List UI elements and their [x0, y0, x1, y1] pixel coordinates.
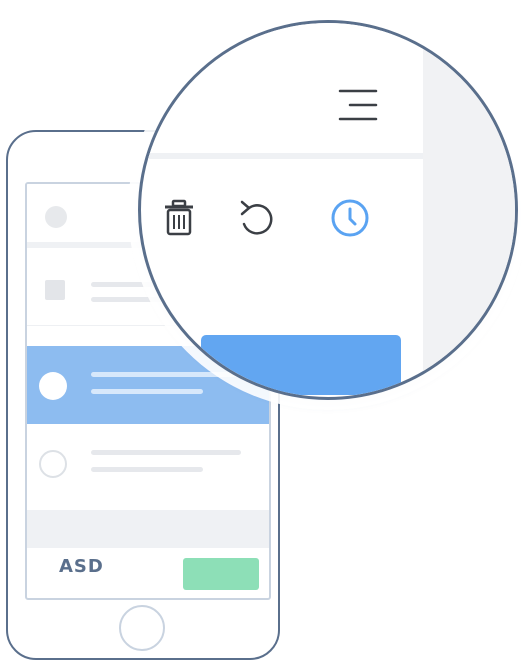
action-button[interactable] [183, 558, 259, 590]
home-button[interactable] [119, 605, 165, 651]
zoomed-header [141, 23, 423, 159]
clock-icon[interactable] [328, 198, 372, 238]
text-line [91, 467, 203, 472]
trash-icon[interactable] [161, 198, 197, 238]
radio-selected[interactable] [39, 372, 67, 400]
footer-label: ASD [59, 556, 104, 577]
list-item[interactable] [27, 424, 269, 502]
avatar[interactable] [45, 206, 67, 228]
radio[interactable] [39, 450, 67, 478]
undo-icon[interactable] [238, 198, 274, 238]
magnifier-lens [138, 20, 518, 400]
text-line [91, 450, 241, 455]
menu-icon[interactable] [336, 85, 380, 125]
side-panel [423, 23, 515, 397]
selected-item-zoomed[interactable] [201, 335, 401, 395]
divider-band [27, 510, 269, 548]
checkbox[interactable] [45, 280, 65, 300]
